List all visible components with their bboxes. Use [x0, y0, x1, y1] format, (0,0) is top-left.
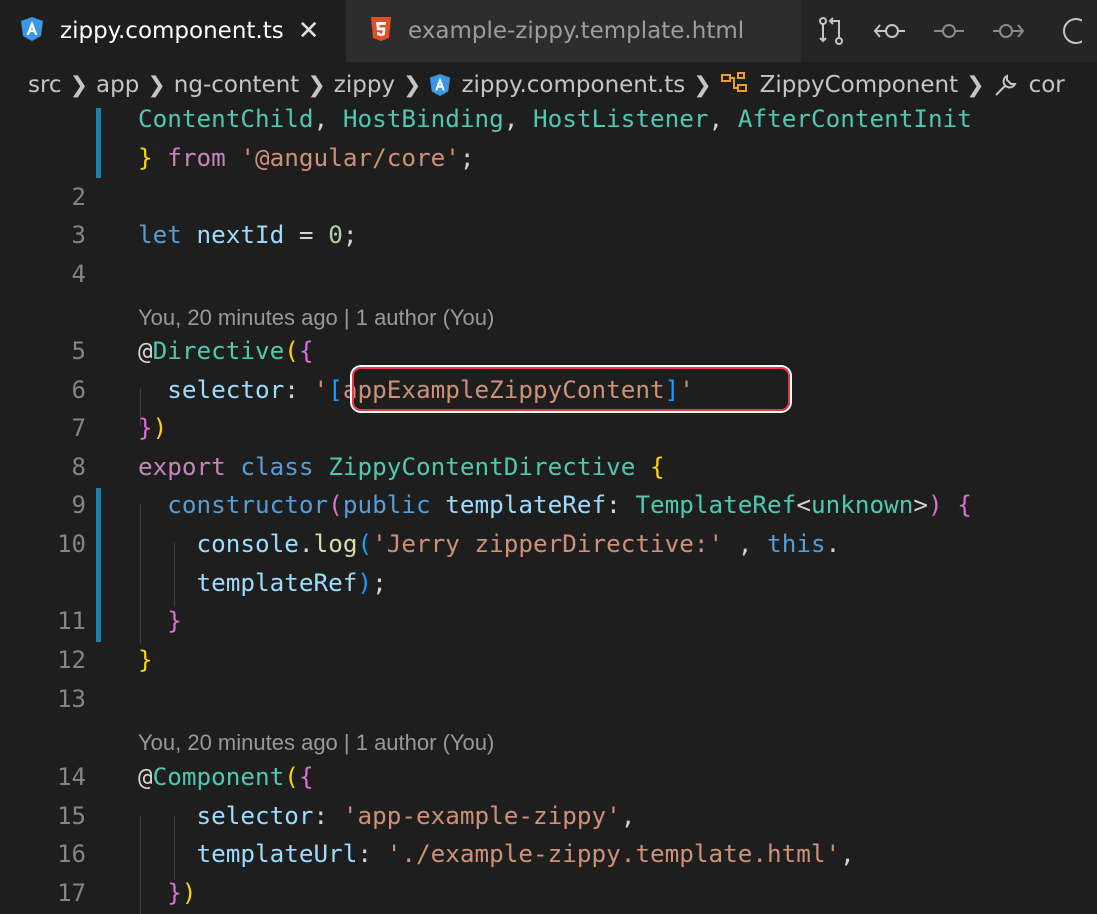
line-number: 14	[57, 763, 86, 791]
chevron-right-icon: ❯	[147, 72, 166, 98]
line-number: 11	[57, 607, 86, 635]
chevron-right-icon: ❯	[693, 72, 712, 98]
code-line: 3 let nextId = 0;	[0, 216, 1097, 254]
tab-label: example-zippy.template.html	[408, 18, 745, 44]
current-change-icon[interactable]	[919, 6, 978, 56]
line-number: 2	[71, 183, 86, 211]
codelens-author[interactable]: You, 20 minutes ago | 1 author (You)	[138, 728, 494, 758]
previous-change-icon[interactable]	[860, 6, 919, 56]
compare-changes-icon[interactable]	[801, 6, 860, 56]
code-line: 12 }	[0, 641, 1097, 679]
line-number: 5	[71, 337, 86, 365]
code-line: 10 console.log('Jerry zipperDirective:' …	[0, 525, 1097, 563]
code-line: 9 constructor(public templateRef: Templa…	[0, 486, 1097, 524]
code-line: 17 })	[0, 874, 1097, 912]
breadcrumb-item-zippy[interactable]: zippy	[334, 72, 395, 98]
chevron-right-icon: ❯	[966, 72, 985, 98]
line-number: 17	[57, 879, 86, 907]
code-line: ContentChild, HostBinding, HostListener,…	[138, 104, 972, 133]
class-icon	[720, 72, 750, 98]
line-number: 10	[57, 530, 86, 558]
more-icon[interactable]	[1038, 6, 1097, 56]
chevron-right-icon: ❯	[403, 72, 422, 98]
angular-icon	[20, 16, 44, 46]
tab-zippy-component[interactable]: zippy.component.ts ✕	[0, 0, 346, 62]
code-line: 14 @Component({	[0, 758, 1097, 796]
line-number: 6	[71, 376, 86, 404]
angular-icon	[429, 73, 451, 97]
chevron-right-icon: ❯	[69, 72, 89, 98]
code-line: 5 @Directive({	[0, 332, 1097, 370]
breadcrumb-item-src[interactable]: src	[28, 72, 62, 98]
code-editor[interactable]: ContentChild, HostBinding, HostListener,…	[0, 104, 1097, 914]
code-line: 13	[0, 680, 1097, 718]
line-number: 12	[57, 646, 86, 674]
line-number: 16	[57, 840, 86, 868]
breadcrumb-item-constructor[interactable]: cor	[1029, 72, 1065, 98]
code-line: 16 templateUrl: './example-zippy.templat…	[0, 835, 1097, 873]
chevron-right-icon: ❯	[307, 72, 326, 98]
line-number: 7	[71, 414, 86, 442]
editor-tab-bar: zippy.component.ts ✕ example-zippy.templ…	[0, 0, 1097, 62]
selector-highlight	[352, 367, 790, 411]
tab-label: zippy.component.ts	[60, 18, 284, 44]
code-line: 11 }	[0, 602, 1097, 640]
code-line: 8 export class ZippyContentDirective {	[0, 448, 1097, 486]
codelens-author[interactable]: You, 20 minutes ago | 1 author (You)	[138, 303, 494, 333]
line-number: 4	[71, 260, 86, 288]
editor-toolbar	[801, 0, 1097, 62]
breadcrumb-item-app[interactable]: app	[96, 72, 139, 98]
breadcrumb-item-class[interactable]: ZippyComponent	[760, 72, 959, 98]
code-line: 15 selector: 'app-example-zippy',	[0, 797, 1097, 835]
code-line: 2	[0, 178, 1097, 216]
tab-example-zippy-template[interactable]: example-zippy.template.html	[346, 0, 801, 62]
code-line: templateRef);	[138, 568, 387, 597]
line-number: 15	[57, 802, 86, 830]
wrench-icon	[993, 72, 1019, 98]
line-number: 8	[71, 453, 86, 481]
breadcrumb-item-ng-content[interactable]: ng-content	[174, 72, 300, 98]
line-number: 3	[71, 221, 86, 249]
code-line: 7 })	[0, 409, 1097, 447]
breadcrumb-item-file[interactable]: zippy.component.ts	[461, 72, 685, 98]
html5-icon	[370, 16, 392, 46]
close-icon[interactable]: ✕	[298, 18, 320, 44]
line-number: 13	[57, 685, 86, 713]
next-change-icon[interactable]	[979, 6, 1038, 56]
code-line: } from '@angular/core';	[138, 143, 475, 172]
line-number: 9	[71, 491, 86, 519]
code-line: 4	[0, 255, 1097, 293]
